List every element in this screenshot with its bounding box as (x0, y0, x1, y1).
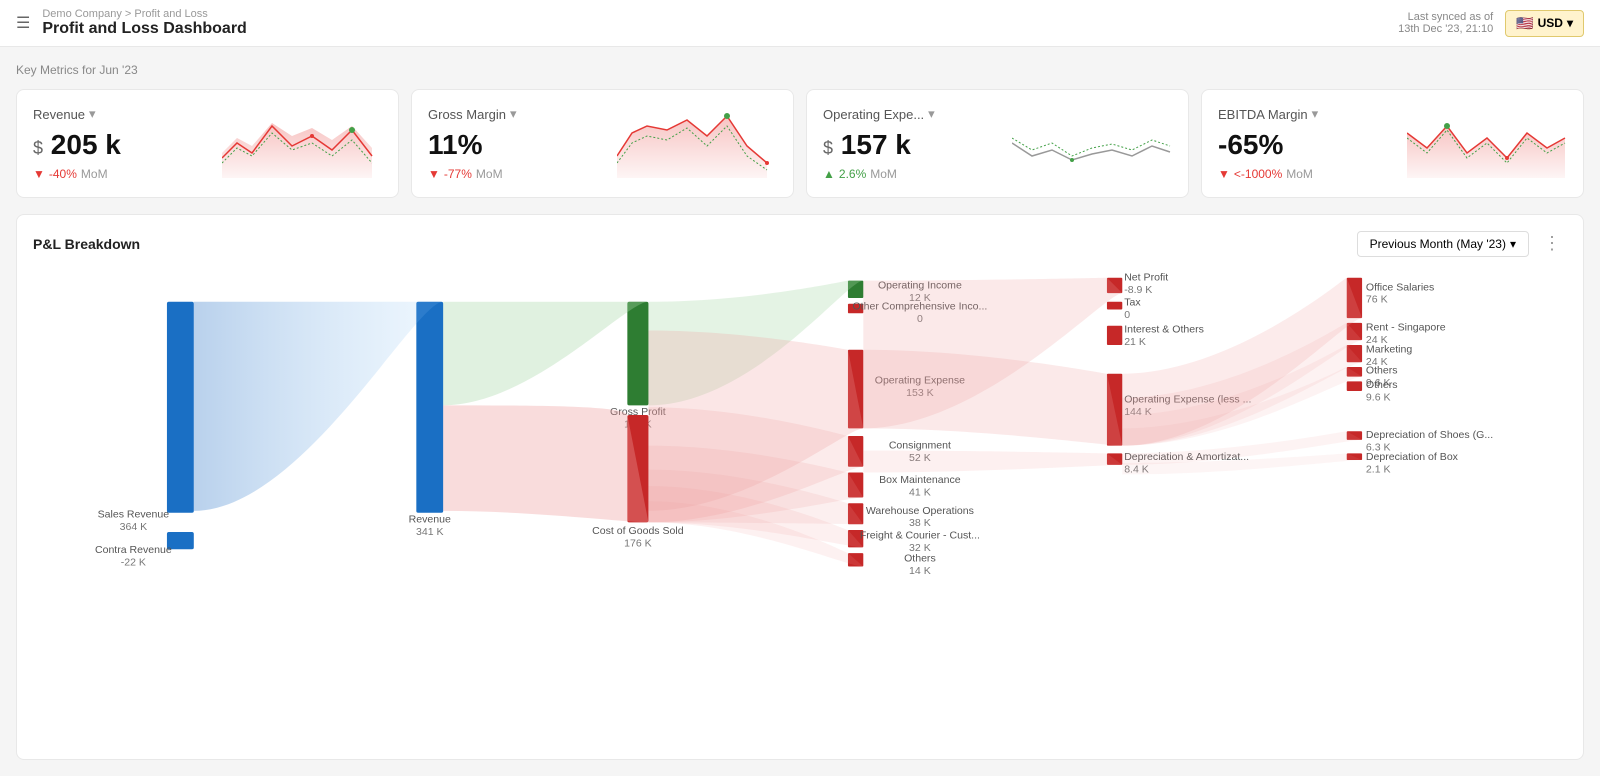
metric-change-revenue: ▼ -40% MoM (33, 167, 121, 181)
label-interest: Interest & Others (1124, 323, 1204, 335)
value-others-bottom: 14 K (909, 565, 931, 577)
bar-revenue (416, 302, 443, 513)
bar-interest (1107, 326, 1122, 345)
metric-left-ebitda: EBITDA Margin ▾ -65% ▼ <-1000% MoM (1218, 106, 1318, 181)
change-arrow-icon: ▼ (33, 167, 45, 181)
label-net-profit: Net Profit (1124, 273, 1168, 284)
flow-to-depr (863, 450, 1122, 472)
main-content: Key Metrics for Jun '23 Revenue ▾ $ 205 … (0, 47, 1600, 776)
pnl-header: P&L Breakdown Previous Month (May '23) ▾… (33, 231, 1567, 257)
period-button[interactable]: Previous Month (May '23) ▾ (1357, 231, 1529, 257)
metric-change-opex: ▲ 2.6% MoM (823, 167, 935, 181)
label-warehouse: Warehouse Operations (866, 505, 974, 517)
flag-icon: 🇺🇸 (1516, 15, 1533, 32)
bar-sales-revenue (167, 302, 194, 513)
metric-change-ebitda: ▼ <-1000% MoM (1218, 167, 1318, 181)
metric-change-gross-margin: ▼ -77% MoM (428, 167, 517, 181)
label-depr-shoes: Depreciation of Shoes (G... (1366, 429, 1493, 441)
metric-dropdown-icon[interactable]: ▾ (89, 106, 96, 122)
metric-value-opex: $ 157 k (823, 130, 935, 161)
change-arrow-icon-opex: ▲ (823, 167, 835, 181)
metric-chart-ebitda (1407, 108, 1567, 178)
pnl-section: P&L Breakdown Previous Month (May '23) ▾… (16, 214, 1584, 760)
bar-others-2 (1347, 381, 1362, 391)
page-title: Profit and Loss Dashboard (42, 20, 246, 38)
metric-value-revenue: $ 205 k (33, 130, 121, 161)
metric-title-opex: Operating Expe... ▾ (823, 106, 935, 122)
change-arrow-icon-ebitda: ▼ (1218, 167, 1230, 181)
metric-cards: Revenue ▾ $ 205 k ▼ -40% MoM (16, 89, 1584, 198)
label-contra-revenue: Contra Revenue (95, 544, 172, 556)
flow-to-opex-less (863, 350, 1122, 446)
currency-button[interactable]: 🇺🇸 USD ▾ (1505, 10, 1584, 37)
metric-dropdown-icon-ebitda[interactable]: ▾ (1312, 106, 1319, 122)
label-revenue: Revenue (409, 513, 451, 525)
metric-dropdown-icon-gm[interactable]: ▾ (510, 106, 517, 122)
metric-title-gross-margin: Gross Margin ▾ (428, 106, 517, 122)
label-office-salaries: Office Salaries (1366, 281, 1434, 293)
value-depr-box: 2.1 K (1366, 463, 1391, 475)
label-tax: Tax (1124, 296, 1141, 308)
breadcrumb: Demo Company > Profit and Loss (42, 8, 246, 20)
pnl-title: P&L Breakdown (33, 236, 140, 252)
title-area: Demo Company > Profit and Loss Profit an… (42, 8, 246, 38)
metric-title-revenue: Revenue ▾ (33, 106, 121, 122)
top-bar: ☰ Demo Company > Profit and Loss Profit … (0, 0, 1600, 47)
label-sales-revenue: Sales Revenue (98, 508, 170, 520)
label-consignment: Consignment (889, 439, 951, 451)
label-box-maint: Box Maintenance (879, 474, 961, 486)
metric-chart-opex (1012, 108, 1172, 178)
label-others-1: Others (1366, 365, 1398, 377)
metric-card-ebitda: EBITDA Margin ▾ -65% ▼ <-1000% MoM (1201, 89, 1584, 198)
key-metrics-label: Key Metrics for Jun '23 (16, 63, 1584, 77)
pnl-controls: Previous Month (May '23) ▾ ⋮ (1357, 231, 1567, 257)
flow-revenue-to-cogs (443, 405, 648, 522)
label-depr-box: Depreciation of Box (1366, 451, 1459, 463)
change-arrow-icon-gm: ▼ (428, 167, 440, 181)
label-cogs: Cost of Goods Sold (592, 525, 684, 537)
value-others-2: 9.6 K (1366, 391, 1391, 403)
value-interest: 21 K (1124, 336, 1146, 348)
metric-left-opex: Operating Expe... ▾ $ 157 k ▲ 2.6% MoM (823, 106, 935, 181)
metric-card-gross-margin: Gross Margin ▾ 11% ▼ -77% MoM (411, 89, 794, 198)
bar-tax (1107, 302, 1122, 310)
value-cogs: 176 K (624, 537, 652, 549)
value-office-salaries: 76 K (1366, 294, 1388, 306)
label-rent-sg: Rent - Singapore (1366, 321, 1446, 333)
currency-dropdown-icon: ▾ (1567, 16, 1573, 30)
metric-left-revenue: Revenue ▾ $ 205 k ▼ -40% MoM (33, 106, 121, 181)
metric-value-gross-margin: 11% (428, 130, 517, 161)
value-revenue: 341 K (416, 526, 444, 538)
flow-revenue-to-grossprofit (443, 302, 648, 406)
metric-chart-revenue (222, 108, 382, 178)
sankey-svg: Sales Revenue 364 K Contra Revenue -22 K… (33, 273, 1567, 743)
more-options-button[interactable]: ⋮ (1537, 231, 1567, 256)
metric-chart-gross-margin (617, 108, 777, 178)
top-bar-left: ☰ Demo Company > Profit and Loss Profit … (16, 8, 247, 38)
label-freight: Freight & Courier - Cust... (860, 529, 980, 541)
metric-value-ebitda: -65% (1218, 130, 1318, 161)
metric-title-ebitda: EBITDA Margin ▾ (1218, 106, 1318, 122)
currency-label: USD (1538, 16, 1563, 30)
sync-info: Last synced as of 13th Dec '23, 21:10 (1398, 11, 1493, 35)
label-others-2: Others (1366, 379, 1398, 391)
metric-card-revenue: Revenue ▾ $ 205 k ▼ -40% MoM (16, 89, 399, 198)
flow-sales-to-revenue (194, 302, 443, 511)
period-dropdown-icon: ▾ (1510, 237, 1516, 251)
bar-gross-profit (627, 302, 648, 406)
hamburger-icon[interactable]: ☰ (16, 13, 30, 33)
value-net-profit: -8.9 K (1124, 284, 1152, 296)
label-others-bottom: Others (904, 553, 936, 565)
top-bar-right: Last synced as of 13th Dec '23, 21:10 🇺🇸… (1398, 10, 1584, 37)
value-warehouse: 38 K (909, 517, 931, 529)
value-sales-revenue: 364 K (120, 521, 148, 533)
metric-dropdown-icon-opex[interactable]: ▾ (928, 106, 935, 122)
value-tax: 0 (1124, 309, 1130, 321)
sankey-diagram: Sales Revenue 364 K Contra Revenue -22 K… (33, 273, 1567, 743)
metric-card-opex: Operating Expe... ▾ $ 157 k ▲ 2.6% MoM (806, 89, 1189, 198)
value-contra-revenue: -22 K (121, 556, 146, 568)
metric-left-gross-margin: Gross Margin ▾ 11% ▼ -77% MoM (428, 106, 517, 181)
label-marketing: Marketing (1366, 343, 1412, 355)
value-box-maint: 41 K (909, 486, 931, 498)
